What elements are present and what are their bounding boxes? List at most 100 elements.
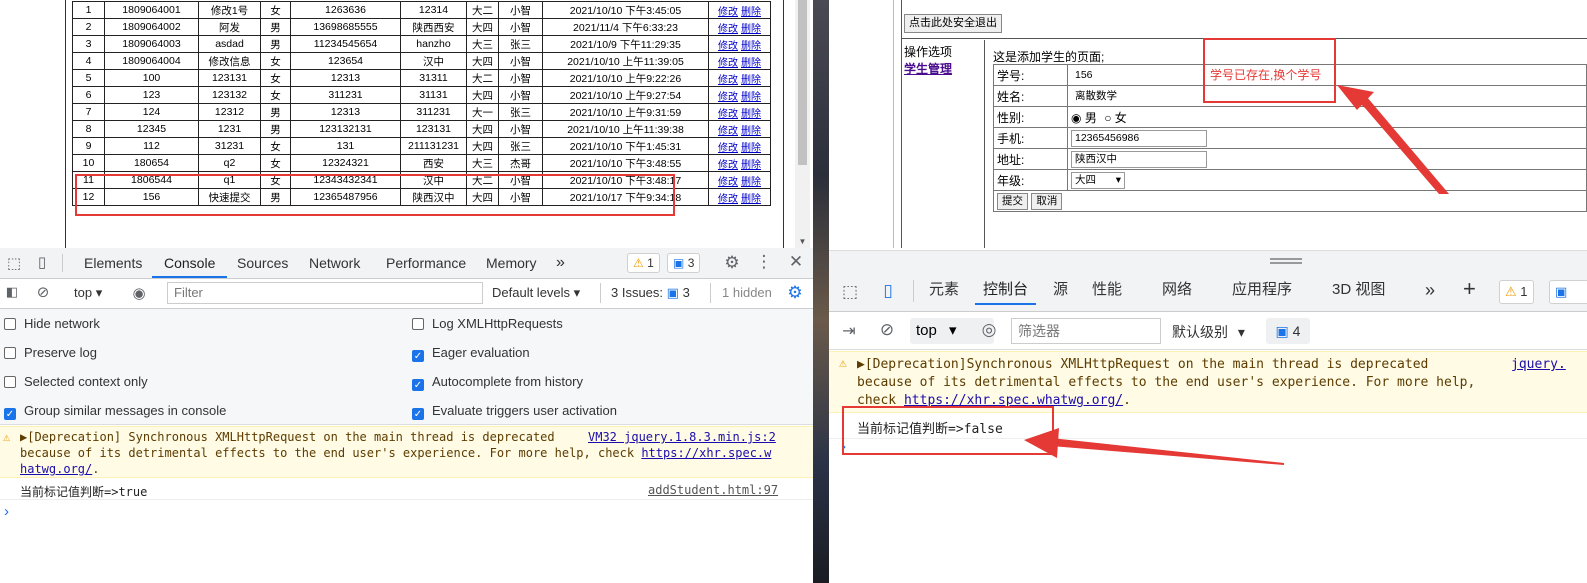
tab-elements[interactable]: Elements [84, 248, 142, 278]
student-management-link[interactable]: 学生管理 [904, 60, 952, 77]
inspect-icon[interactable]: ⬚ [4, 254, 24, 272]
devtools-resize-handle[interactable] [829, 250, 1587, 270]
tab-memory[interactable]: Memory [486, 248, 537, 278]
preserve-log-checkbox[interactable]: Preserve log [4, 344, 97, 362]
cancel-button[interactable]: 取消 [1031, 192, 1063, 210]
group-similar-checkbox[interactable]: ✓ Group similar messages in console [4, 402, 226, 420]
clear-console-icon[interactable]: ⊘ [877, 320, 897, 340]
edit-link[interactable]: 修改 [718, 7, 738, 18]
autocomplete-checkbox[interactable]: ✓ Autocomplete from history [412, 373, 583, 391]
delete-link[interactable]: 删除 [741, 7, 761, 18]
eval-triggers-checkbox[interactable]: ✓ Evaluate triggers user activation [412, 402, 617, 420]
log-source-link[interactable]: addStudent.html:97 [648, 483, 778, 497]
logout-button[interactable]: 点击此处安全退出 [904, 14, 1002, 33]
male-label: 男 [1084, 110, 1097, 125]
address-input[interactable]: 陕西汉中 [1071, 150, 1207, 168]
delete-link[interactable]: 删除 [741, 143, 761, 154]
warning-icon: ⚠ [3, 430, 11, 444]
warning-help-link-cont[interactable]: hatwg.org/ [20, 462, 92, 476]
filter-input[interactable]: Filter [167, 282, 483, 304]
filter-input-zh[interactable]: 筛选器 [1011, 318, 1161, 344]
more-tabs-button[interactable]: » [556, 248, 565, 278]
inspect-icon[interactable]: ⬚ [839, 282, 861, 302]
tab-sources[interactable]: Sources [237, 248, 288, 278]
delete-link[interactable]: 删除 [741, 177, 761, 188]
delete-link[interactable]: 删除 [741, 194, 761, 205]
edit-link[interactable]: 修改 [718, 177, 738, 188]
table-cell: 4 [72, 52, 105, 70]
more-tabs-button-zh[interactable]: » [1425, 275, 1435, 305]
tab-network[interactable]: Network [309, 248, 360, 278]
close-icon[interactable]: ✕ [786, 252, 806, 272]
eager-eval-checkbox[interactable]: ✓ Eager evaluation [412, 344, 530, 362]
edit-link[interactable]: 修改 [718, 160, 738, 171]
log-levels-dropdown[interactable]: Default levels ▾ [492, 285, 580, 301]
tab-sources-zh[interactable]: 源 [1053, 275, 1068, 305]
warning-help-link[interactable]: https://xhr.spec.w [641, 446, 771, 460]
context-selector[interactable]: top ▾ [74, 285, 102, 301]
sidebar-toggle-icon[interactable]: ⇥ [839, 321, 859, 341]
sidebar-toggle-icon[interactable]: ◧ [3, 284, 21, 300]
delete-link[interactable]: 删除 [741, 160, 761, 171]
male-radio[interactable]: ◉ [1071, 111, 1081, 125]
table-cell: 男 [260, 103, 291, 121]
tab-3d-view-zh[interactable]: 3D 视图 [1332, 275, 1385, 305]
tab-elements-zh[interactable]: 元素 [929, 275, 959, 305]
female-radio[interactable]: ○ [1104, 111, 1111, 125]
edit-link[interactable]: 修改 [718, 24, 738, 35]
device-toggle-icon[interactable]: ▯ [877, 281, 899, 301]
message-count-button-zh[interactable]: ▣ 4 [1266, 318, 1310, 344]
edit-link[interactable]: 修改 [718, 41, 738, 52]
edit-link[interactable]: 修改 [718, 75, 738, 86]
submit-button[interactable]: 提交 [997, 192, 1028, 210]
eye-icon[interactable]: ◎ [979, 320, 999, 340]
warning-source-link[interactable]: jquery. [1511, 357, 1566, 372]
log-levels-dropdown-zh[interactable]: 默认级别 ▾ [1172, 322, 1245, 342]
console-log-true: 当前标记值判断=>true addStudent.html:97 [0, 478, 813, 500]
issues-button[interactable]: 3 Issues: ▣ 3 [611, 285, 690, 301]
delete-link[interactable]: 删除 [741, 41, 761, 52]
phone-input[interactable]: 12365456986 [1071, 129, 1207, 147]
edit-link[interactable]: 修改 [718, 143, 738, 154]
edit-link[interactable]: 修改 [718, 126, 738, 137]
warning-count-badge-zh[interactable]: ⚠ 1 [1499, 280, 1534, 304]
edit-link[interactable]: 修改 [718, 194, 738, 205]
selected-context-checkbox[interactable]: Selected context only [4, 373, 148, 391]
name-input[interactable]: 离散数学 [1071, 87, 1207, 105]
tab-application-zh[interactable]: 应用程序 [1232, 275, 1292, 305]
eye-icon[interactable]: ◉ [129, 284, 149, 302]
clear-console-icon[interactable]: ⊘ [34, 283, 52, 301]
message-badge-zh[interactable]: ▣ [1549, 280, 1587, 304]
edit-link[interactable]: 修改 [718, 92, 738, 103]
delete-link[interactable]: 删除 [741, 58, 761, 69]
tab-performance-zh[interactable]: 性能 [1092, 275, 1122, 305]
delete-link[interactable]: 删除 [741, 75, 761, 86]
device-toggle-icon[interactable]: ▯ [32, 253, 52, 271]
edit-link[interactable]: 修改 [718, 58, 738, 69]
table-cell: 12312 [198, 103, 261, 121]
console-prompt[interactable]: › [4, 503, 9, 520]
edit-link[interactable]: 修改 [718, 109, 738, 120]
tab-console[interactable]: Console [152, 248, 228, 278]
sid-input[interactable]: 156 [1071, 66, 1207, 84]
scroll-down-icon[interactable]: ▼ [795, 237, 810, 246]
delete-link[interactable]: 删除 [741, 24, 761, 35]
message-count-badge[interactable]: ▣ 3 [667, 253, 701, 273]
log-xhr-checkbox[interactable]: Log XMLHttpRequests [412, 315, 563, 333]
tab-network-zh[interactable]: 网络 [1162, 275, 1192, 305]
tab-console-zh[interactable]: 控制台 [975, 275, 1037, 305]
scrollbar-thumb[interactable] [798, 0, 807, 165]
delete-link[interactable]: 删除 [741, 92, 761, 103]
console-settings-gear-icon[interactable]: ⚙ [785, 283, 805, 303]
grade-select[interactable]: 大四 ▾ [1071, 171, 1125, 189]
hide-network-checkbox[interactable]: Hide network [4, 315, 100, 333]
tab-performance[interactable]: Performance [386, 248, 466, 278]
delete-link[interactable]: 删除 [741, 126, 761, 137]
kebab-menu-icon[interactable]: ⋮ [754, 252, 774, 272]
page-scrollbar[interactable]: ▼ [795, 0, 810, 248]
delete-link[interactable]: 删除 [741, 109, 761, 120]
add-tab-button[interactable]: + [1463, 274, 1476, 304]
warning-source-link[interactable]: VM32 jquery.1.8.3.min.js:2 [588, 430, 776, 444]
gear-icon[interactable]: ⚙ [722, 253, 742, 273]
warning-count-badge[interactable]: ⚠ 1 [627, 253, 660, 273]
